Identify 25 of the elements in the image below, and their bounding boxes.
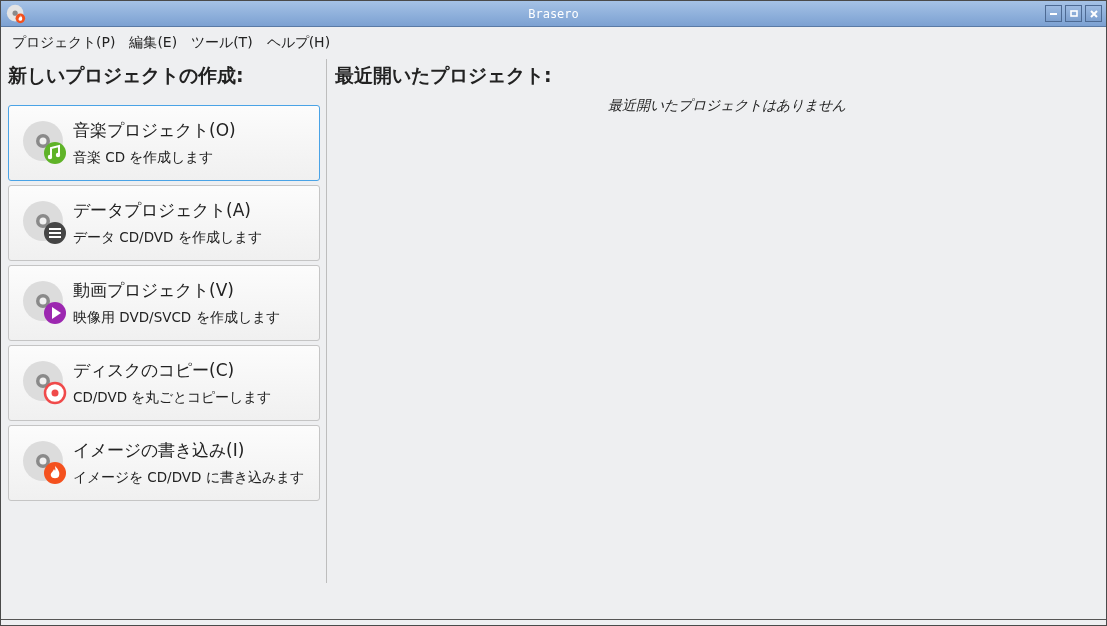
disc-icon (22, 280, 68, 326)
maximize-icon (1069, 10, 1078, 17)
disc-icon (22, 200, 68, 246)
project-button[interactable]: データプロジェクト(A) データ CD/DVD を作成します (8, 185, 320, 261)
minimize-icon (1050, 12, 1057, 15)
section-heading: 新しいプロジェクトの作成: (8, 63, 245, 88)
close-icon (1089, 9, 1098, 18)
menu-item[interactable]: ツール(T) (184, 34, 260, 52)
app-icon (6, 3, 26, 24)
empty-message: 最近開いたプロジェクトはありません (607, 97, 846, 115)
menu-item[interactable]: プロジェクト(P) (5, 34, 123, 52)
close-button[interactable] (1085, 5, 1102, 22)
maximize-button[interactable] (1065, 5, 1082, 22)
project-button[interactable]: ディスクのコピー(C) CD/DVD を丸ごとコピーします (8, 345, 320, 421)
disc-icon (22, 360, 68, 406)
project-button[interactable]: 動画プロジェクト(V) 映像用 DVD/SVCD を作成します (8, 265, 320, 341)
disc-icon (22, 120, 68, 166)
disc-icon (22, 440, 68, 486)
window-title: Brasero (528, 6, 579, 21)
menu-item[interactable]: 編集(E) (122, 34, 185, 52)
section-heading: 最近開いたプロジェクト: (335, 63, 553, 88)
minimize-button[interactable] (1045, 5, 1062, 22)
project-button[interactable]: 音楽プロジェクト(O) 音楽 CD を作成します (8, 105, 320, 181)
menu-item[interactable]: ヘルプ(H) (259, 34, 338, 52)
project-button[interactable]: イメージの書き込み(I) イメージを CD/DVD に書き込みます (8, 425, 320, 501)
